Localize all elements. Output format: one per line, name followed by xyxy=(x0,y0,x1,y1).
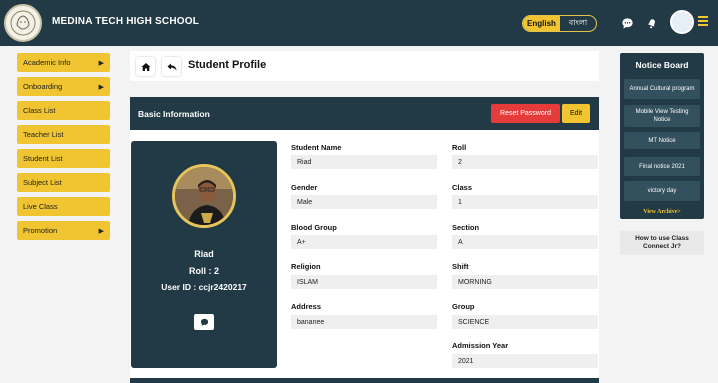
sidebar-item-subject-list[interactable]: Subject List xyxy=(17,173,110,192)
profile-roll: Roll : 2 xyxy=(188,266,220,276)
caret-right-icon: ▶ xyxy=(98,59,104,67)
lion-logo-icon xyxy=(10,10,36,36)
notice-item[interactable]: MT Notice xyxy=(624,132,700,149)
sidebar-item-student-list[interactable]: Student List xyxy=(17,149,110,168)
address-value: bananee xyxy=(291,315,437,329)
page-title: Student Profile xyxy=(188,59,267,71)
gender-label: Gender xyxy=(291,183,318,192)
sidebar-item-live-class[interactable]: Live Class xyxy=(17,197,110,216)
class-label: Class xyxy=(452,183,473,192)
student-name-label: Student Name xyxy=(291,143,342,152)
sidebar-item-promotion[interactable]: Promotion ▶ xyxy=(17,221,110,240)
page-header: Student Profile xyxy=(130,51,599,81)
roll-value: 2 xyxy=(452,155,598,169)
address-label: Address xyxy=(291,302,322,311)
hamburger-menu-icon[interactable] xyxy=(698,16,708,28)
student-name-value: Riad xyxy=(291,155,437,169)
message-button[interactable] xyxy=(194,314,214,330)
section-label: Section xyxy=(452,223,480,232)
religion-value: ISLAM xyxy=(291,275,437,289)
caret-right-icon: ▶ xyxy=(98,83,104,91)
roll-label: Roll xyxy=(452,143,467,152)
group-label: Group xyxy=(452,302,475,311)
notice-item[interactable]: Final notice 2021 xyxy=(624,157,700,176)
shift-label: Shift xyxy=(452,262,469,271)
profile-user-id: User ID : ccjr2420217 xyxy=(161,282,247,292)
notice-item[interactable]: Annual Cultural program xyxy=(624,79,700,99)
chat-bubble-icon xyxy=(200,318,208,326)
profile-card: Riad Roll : 2 User ID : ccjr2420217 xyxy=(131,141,277,368)
notice-item[interactable]: victory day xyxy=(624,181,700,201)
blood-group-value: A+ xyxy=(291,235,437,249)
group-value: SCIENCE xyxy=(452,315,598,329)
next-section-header xyxy=(130,378,599,383)
class-value: 1 xyxy=(452,195,598,209)
basic-information-header: Basic Information Reset Password Edit xyxy=(130,97,599,130)
school-logo[interactable] xyxy=(4,4,42,42)
caret-right-icon: ▶ xyxy=(98,227,104,235)
sidebar-item-onboarding[interactable]: Onboarding ▶ xyxy=(17,77,110,96)
reset-password-button[interactable]: Reset Password xyxy=(491,104,560,123)
back-button[interactable] xyxy=(162,57,181,76)
admission-year-label: Admission Year xyxy=(452,341,509,350)
shift-value: MORNING xyxy=(452,275,598,289)
section-value: A xyxy=(452,235,598,249)
admission-year-value: 2021 xyxy=(452,354,598,368)
sidebar-item-academic-info[interactable]: Academic Info ▶ xyxy=(17,53,110,72)
home-icon xyxy=(141,62,150,71)
school-name: MEDINA TECH HIGH SCHOOL xyxy=(52,16,200,27)
sidebar-item-class-list[interactable]: Class List xyxy=(17,101,110,120)
section-title: Basic Information xyxy=(138,109,210,119)
lang-bangla[interactable]: বাংলা xyxy=(560,16,596,31)
edit-button[interactable]: Edit xyxy=(562,104,590,123)
student-photo xyxy=(172,164,236,228)
notice-board: Notice Board Annual Cultural program Mob… xyxy=(620,53,704,219)
language-toggle[interactable]: English বাংলা xyxy=(522,15,597,32)
sidebar: Academic Info ▶ Onboarding ▶ Class List … xyxy=(17,53,110,245)
home-button[interactable] xyxy=(136,57,155,76)
lang-english[interactable]: English xyxy=(523,16,560,31)
profile-name: Riad xyxy=(194,249,214,259)
user-avatar[interactable] xyxy=(670,10,694,34)
religion-label: Religion xyxy=(291,262,321,271)
top-navbar: MEDINA TECH HIGH SCHOOL English বাংলা xyxy=(0,0,718,46)
notification-bell-icon[interactable] xyxy=(645,16,659,30)
reply-arrow-icon xyxy=(167,63,176,70)
chat-icon[interactable] xyxy=(620,16,634,30)
notice-item[interactable]: Mobile View Testing Notice xyxy=(624,105,700,127)
blood-group-label: Blood Group xyxy=(291,223,337,232)
sidebar-item-teacher-list[interactable]: Teacher List xyxy=(17,125,110,144)
view-archive-link[interactable]: View Archive> xyxy=(620,209,704,215)
gender-value: Male xyxy=(291,195,437,209)
notice-board-title: Notice Board xyxy=(635,60,689,70)
how-to-use-link[interactable]: How to use Class Connect Jr? xyxy=(620,231,704,255)
